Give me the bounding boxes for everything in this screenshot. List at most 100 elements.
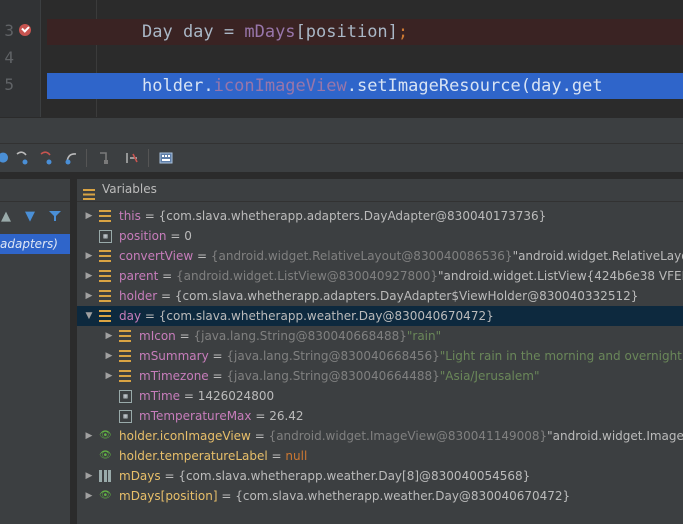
expand-arrow-icon[interactable]: ▶	[104, 346, 114, 366]
variable-text: position = 0	[119, 226, 192, 246]
code-token: [position]	[295, 22, 398, 42]
arrow-up-icon[interactable]: ▲	[0, 209, 14, 225]
breakpoint-icon[interactable]	[19, 24, 31, 36]
variable-value: "android.widget.RelativeLayout{423e9808 …	[512, 249, 683, 263]
expand-arrow-icon[interactable]: ▶	[84, 206, 94, 226]
variable-row[interactable]: ▶ this = {com.slava.whetherapp.adapters.D…	[77, 206, 683, 226]
variable-row[interactable]: ▶ holder = {com.slava.whetherapp.adapters…	[77, 286, 683, 306]
code-token: Day day =	[142, 22, 245, 42]
variable-name: day	[119, 309, 142, 323]
variable-value: {java.lang.String@830040664488}	[226, 369, 440, 383]
variable-value: {com.slava.whetherapp.weather.Day[8]@830…	[178, 469, 531, 483]
expand-arrow-icon[interactable]: ▶	[104, 326, 114, 346]
variable-value: =	[193, 249, 211, 263]
gutter-divider	[40, 0, 41, 117]
watch-icon: 👁︎	[99, 430, 112, 441]
variable-name: mSummary	[139, 349, 209, 363]
filter-icon[interactable]	[47, 209, 63, 225]
variable-text: holder.iconImageView = {android.widget.I…	[119, 426, 683, 446]
field-icon	[99, 250, 111, 262]
array-icon	[99, 470, 111, 482]
variable-name: this	[119, 209, 141, 223]
drop-frame-icon[interactable]	[96, 150, 112, 166]
variable-text: parent = {android.widget.ListView@830040…	[119, 266, 683, 286]
step-into-icon[interactable]	[14, 150, 30, 166]
variable-value: 1426024800	[197, 389, 275, 403]
variable-text: holder.temperatureLabel = null	[119, 446, 307, 466]
variable-text: mTime = 1426024800	[139, 386, 274, 406]
code-line-selected[interactable]: holder.iconImageView.setImageResource(da…	[47, 73, 683, 99]
variable-value: =	[267, 449, 286, 463]
variable-value: "android.widget.ImageView{424ece50	[547, 429, 683, 443]
variable-name: holder.temperatureLabel	[119, 449, 268, 463]
step-out-icon[interactable]	[63, 150, 79, 166]
frames-header	[0, 179, 70, 202]
step-over-icon[interactable]: ●	[0, 150, 11, 166]
variable-row[interactable]: ▶ parent = {android.widget.ListView@83004…	[77, 266, 683, 286]
variable-text: mIcon = {java.lang.String@830040668488}"…	[139, 326, 441, 346]
variable-value: =	[160, 469, 179, 483]
toolbar-separator	[86, 149, 87, 167]
expand-arrow-icon[interactable]: ▶	[84, 426, 94, 446]
code-token: iconImageView	[213, 76, 347, 96]
collapse-arrow-icon[interactable]: ▼	[84, 306, 94, 326]
variable-row[interactable]: ▦ mTemperatureMax = 26.42	[77, 406, 683, 426]
variable-row[interactable]: ▶ 👁︎ mDays[position] = {com.slava.whethera…	[77, 486, 683, 506]
variable-text: mTimezone = {java.lang.String@8300406644…	[139, 366, 539, 386]
watch-icon: 👁︎	[99, 490, 112, 501]
variable-name: convertView	[119, 249, 194, 263]
evaluate-expression-icon[interactable]	[158, 150, 174, 166]
variable-value: {java.lang.String@830040668456}	[226, 349, 440, 363]
variable-row[interactable]: ▼ day = {com.slava.whetherapp.weather.Day…	[77, 306, 683, 326]
variable-value: null	[285, 449, 308, 463]
toolbar-separator	[148, 149, 149, 167]
variable-name: holder	[119, 289, 158, 303]
primitive-icon: ▦	[119, 390, 132, 403]
variable-value: "android.widget.ListView{424b6e38 VFED.V…	[438, 269, 683, 283]
field-icon	[99, 270, 111, 282]
variable-name: holder.iconImageView	[119, 429, 251, 443]
expand-arrow-icon[interactable]: ▶	[84, 486, 94, 506]
variable-name: position	[119, 229, 167, 243]
code-line-empty[interactable]	[47, 46, 683, 72]
variable-value: "Asia/Jerusalem"	[439, 369, 540, 383]
expand-arrow-icon[interactable]: ▶	[84, 266, 94, 286]
code-line-breakpoint[interactable]: Day day = mDays[position];	[47, 19, 683, 45]
field-icon	[99, 290, 111, 302]
primitive-icon: ▦	[119, 410, 132, 423]
variable-text: mDays = {com.slava.whetherapp.weather.Da…	[119, 466, 530, 486]
variable-text: mDays[position] = {com.slava.whetherapp.…	[119, 486, 570, 506]
debugger-toolbar: ●	[0, 143, 683, 173]
expand-arrow-icon[interactable]: ▶	[84, 466, 94, 486]
variable-row[interactable]: 👁︎ holder.temperatureLabel = null	[77, 446, 683, 466]
field-icon	[119, 350, 131, 362]
line-number: 3	[4, 21, 14, 40]
force-step-into-icon[interactable]	[38, 150, 54, 166]
code-editor[interactable]: 3 4 5 Day day = mDays[position]; holder.…	[0, 0, 683, 117]
frame-item-selected[interactable]: adapters)	[0, 234, 70, 254]
code-token: .setImageResource(day.get	[346, 76, 603, 96]
variable-text: this = {com.slava.whetherapp.adapters.Da…	[119, 206, 546, 226]
variable-row[interactable]: ▦ position = 0	[77, 226, 683, 246]
panel-splitter[interactable]	[0, 117, 683, 144]
variable-value: =	[251, 409, 270, 423]
variables-header: Variables	[77, 179, 683, 202]
variable-row[interactable]: ▶ mSummary = {java.lang.String@8300406684…	[77, 346, 683, 366]
field-icon	[119, 370, 131, 382]
variable-row[interactable]: ▶ mTimezone = {java.lang.String@830040664…	[77, 366, 683, 386]
variable-value: "rain"	[406, 329, 442, 343]
variable-row[interactable]: ▶ 👁︎ holder.iconImageView = {android.widge…	[77, 426, 683, 446]
arrow-down-icon[interactable]: ▼	[22, 209, 38, 225]
variable-row[interactable]: ▦ mTime = 1426024800	[77, 386, 683, 406]
variable-row[interactable]: ▶ mDays = {com.slava.whetherapp.weather.D…	[77, 466, 683, 486]
expand-arrow-icon[interactable]: ▶	[84, 246, 94, 266]
expand-arrow-icon[interactable]: ▶	[104, 366, 114, 386]
variable-value: {com.slava.whetherapp.weather.Day@830040…	[158, 309, 494, 323]
expand-arrow-icon[interactable]: ▶	[84, 286, 94, 306]
variable-value: =	[208, 349, 227, 363]
variable-row[interactable]: ▶ convertView = {android.widget.RelativeL…	[77, 246, 683, 266]
line-number: 4	[4, 48, 14, 67]
variable-value: "Light rain in the morning and overnight…	[439, 349, 683, 363]
run-to-cursor-icon[interactable]	[124, 150, 140, 166]
variable-row[interactable]: ▶ mIcon = {java.lang.String@830040668488}…	[77, 326, 683, 346]
